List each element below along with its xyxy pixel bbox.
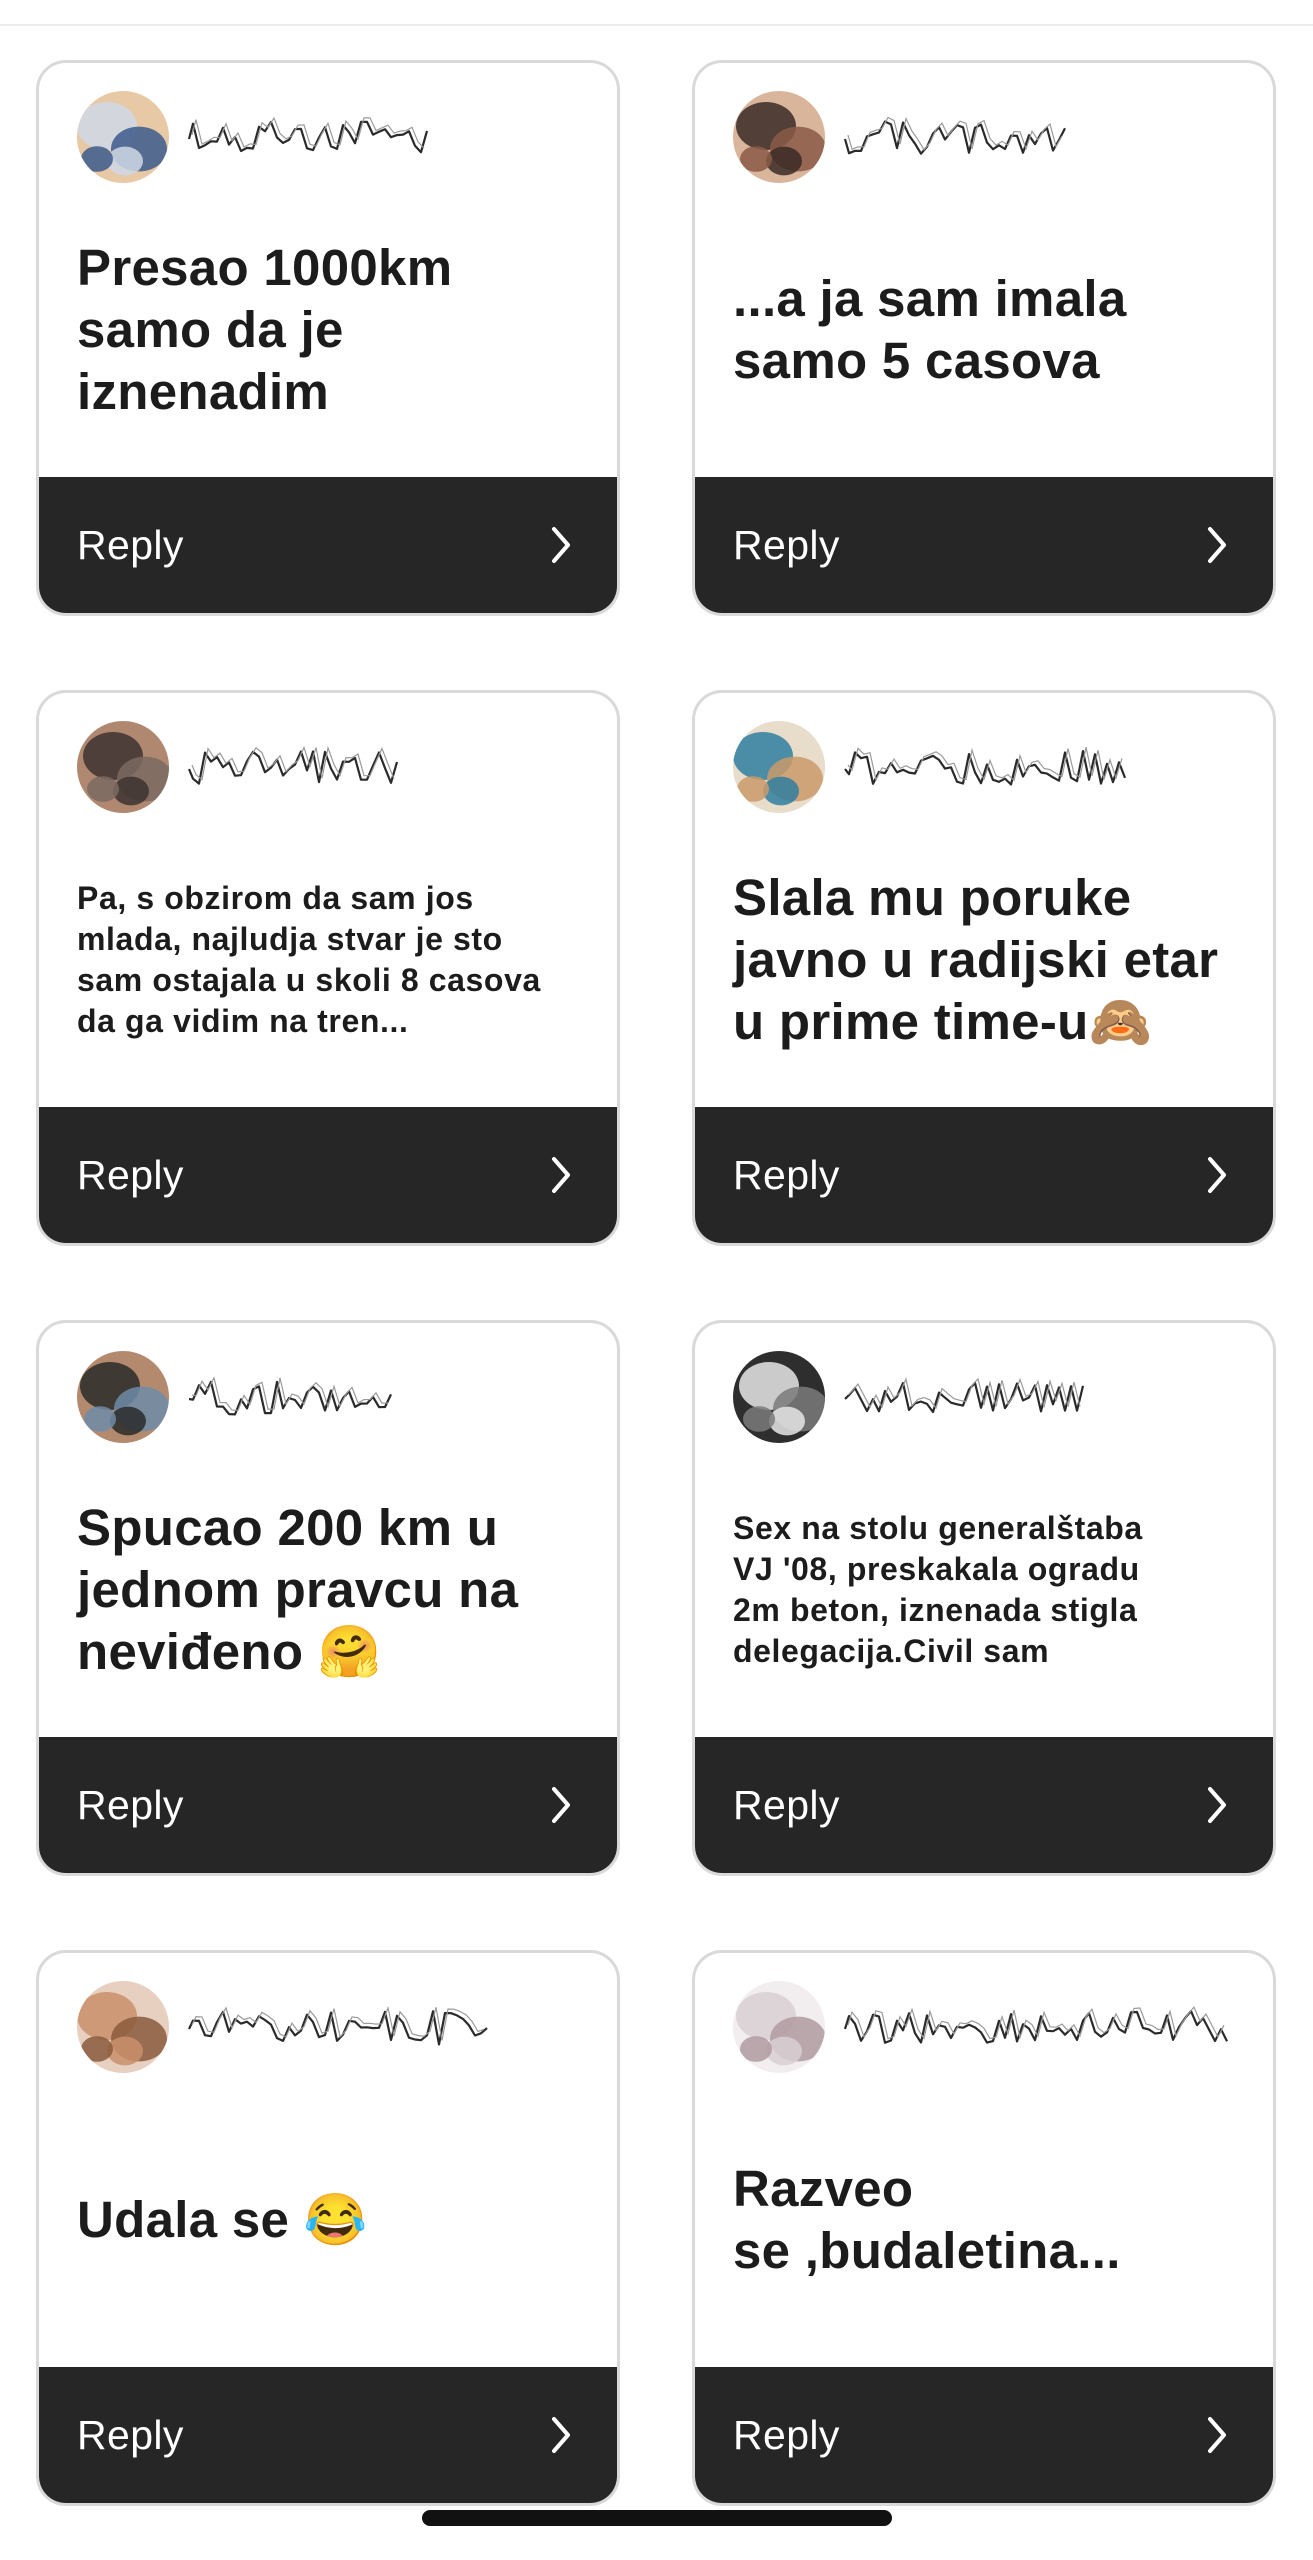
reply-label: Reply <box>733 1151 840 1198</box>
reply-label: Reply <box>77 1781 184 1828</box>
card-content: Slala mu poruke javno u radijski etar u … <box>695 693 1273 1107</box>
card-author <box>733 91 1235 183</box>
prompt-card: Spucao 200 km u jednom pravcu na neviđen… <box>36 1320 620 1876</box>
card-content: Spucao 200 km u jednom pravcu na neviđen… <box>39 1323 617 1737</box>
reply-button[interactable]: Reply <box>695 1107 1273 1243</box>
card-content: Razveo se ,budaletina... <box>695 1953 1273 2367</box>
prompt-text-container: Udala se 😂 <box>77 2073 587 2367</box>
reply-button[interactable]: Reply <box>695 2367 1273 2503</box>
card-author <box>733 721 1235 813</box>
prompt-card: Razveo se ,budaletina... Reply <box>692 1950 1276 2506</box>
card-content: Pa, s obzirom da sam jos mlada, najludja… <box>39 693 617 1107</box>
reply-label: Reply <box>77 521 184 568</box>
chevron-right-icon <box>549 1785 573 1825</box>
prompt-card: Sex na stolu generalštaba VJ '08, preska… <box>692 1320 1276 1876</box>
blurred-username-icon <box>187 1367 397 1427</box>
card-author <box>733 1981 1235 2073</box>
card-content: Presao 1000km samo da je iznenadim <box>39 63 617 477</box>
reply-label: Reply <box>733 1781 840 1828</box>
avatar[interactable] <box>733 91 825 183</box>
blurred-username-icon <box>187 1997 497 2057</box>
prompt-text: Razveo se ,budaletina... <box>733 2160 1121 2279</box>
prompt-text: Sex na stolu generalštaba VJ '08, preska… <box>733 1510 1143 1669</box>
chevron-right-icon <box>1205 1785 1229 1825</box>
reply-label: Reply <box>733 521 840 568</box>
reply-label: Reply <box>733 2411 840 2458</box>
blurred-username-icon <box>843 1997 1233 2057</box>
card-author <box>77 1351 579 1443</box>
avatar[interactable] <box>77 91 169 183</box>
chevron-right-icon <box>1205 525 1229 565</box>
blurred-username-icon <box>843 1367 1093 1427</box>
reply-button[interactable]: Reply <box>695 1737 1273 1873</box>
blurred-username-icon <box>843 107 1073 167</box>
chevron-right-icon <box>549 2415 573 2455</box>
reply-button[interactable]: Reply <box>695 477 1273 613</box>
reply-label: Reply <box>77 2411 184 2458</box>
blurred-username-icon <box>187 737 407 797</box>
reply-button[interactable]: Reply <box>39 1107 617 1243</box>
prompt-text-container: Razveo se ,budaletina... <box>733 2073 1243 2367</box>
card-content: Sex na stolu generalštaba VJ '08, preska… <box>695 1323 1273 1737</box>
prompt-card: ...a ja sam imala samo 5 casova Reply <box>692 60 1276 616</box>
prompt-text: Spucao 200 km u jednom pravcu na neviđen… <box>77 1499 519 1680</box>
card-author <box>77 91 579 183</box>
prompt-card: Udala se 😂 Reply <box>36 1950 620 2506</box>
prompt-text-container: Presao 1000km samo da je iznenadim <box>77 183 587 477</box>
reply-button[interactable]: Reply <box>39 1737 617 1873</box>
avatar[interactable] <box>733 1981 825 2073</box>
card-author <box>77 1981 579 2073</box>
prompt-reply-grid: Presao 1000km samo da je iznenadim Reply… <box>36 60 1276 2506</box>
home-indicator[interactable] <box>422 2510 892 2526</box>
chevron-right-icon <box>1205 2415 1229 2455</box>
prompt-card: Presao 1000km samo da je iznenadim Reply <box>36 60 620 616</box>
prompt-text-container: Spucao 200 km u jednom pravcu na neviđen… <box>77 1443 587 1737</box>
prompt-text: Pa, s obzirom da sam jos mlada, najludja… <box>77 880 541 1039</box>
card-author <box>733 1351 1235 1443</box>
prompt-text-container: ...a ja sam imala samo 5 casova <box>733 183 1243 477</box>
avatar[interactable] <box>77 721 169 813</box>
prompt-text-container: Slala mu poruke javno u radijski etar u … <box>733 813 1243 1107</box>
reply-button[interactable]: Reply <box>39 2367 617 2503</box>
prompt-text-container: Pa, s obzirom da sam jos mlada, najludja… <box>77 813 587 1107</box>
chevron-right-icon <box>1205 1155 1229 1195</box>
prompt-card: Slala mu poruke javno u radijski etar u … <box>692 690 1276 1246</box>
avatar[interactable] <box>733 721 825 813</box>
top-divider <box>0 0 1313 26</box>
avatar[interactable] <box>77 1351 169 1443</box>
reply-label: Reply <box>77 1151 184 1198</box>
card-author <box>77 721 579 813</box>
prompt-text-container: Sex na stolu generalštaba VJ '08, preska… <box>733 1443 1243 1737</box>
avatar[interactable] <box>733 1351 825 1443</box>
prompt-text: ...a ja sam imala samo 5 casova <box>733 270 1127 389</box>
prompt-text: Slala mu poruke javno u radijski etar u … <box>733 869 1219 1050</box>
avatar[interactable] <box>77 1981 169 2073</box>
prompt-text: Presao 1000km samo da je iznenadim <box>77 239 453 420</box>
blurred-username-icon <box>843 737 1133 797</box>
prompt-card: Pa, s obzirom da sam jos mlada, najludja… <box>36 690 620 1246</box>
reply-button[interactable]: Reply <box>39 477 617 613</box>
chevron-right-icon <box>549 525 573 565</box>
card-content: ...a ja sam imala samo 5 casova <box>695 63 1273 477</box>
chevron-right-icon <box>549 1155 573 1195</box>
blurred-username-icon <box>187 107 437 167</box>
card-content: Udala se 😂 <box>39 1953 617 2367</box>
prompt-text: Udala se 😂 <box>77 2191 368 2248</box>
